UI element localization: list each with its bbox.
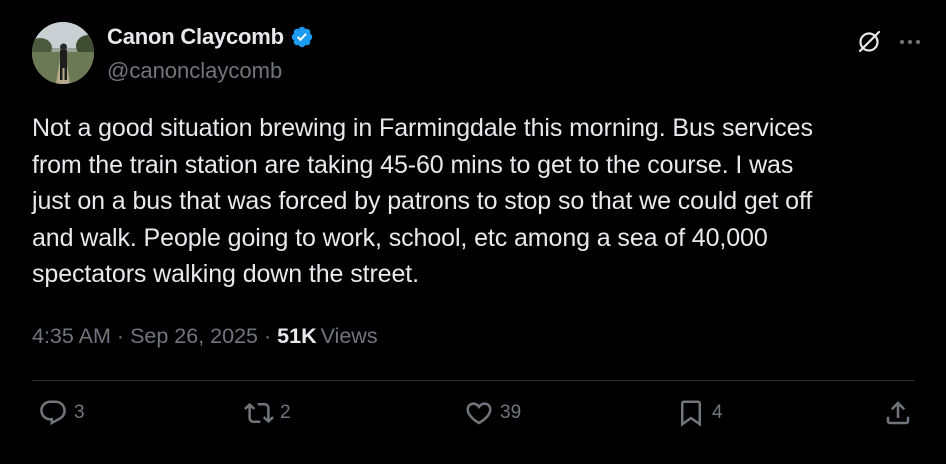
share-icon — [886, 401, 910, 425]
author-handle[interactable]: @canonclaycomb — [107, 58, 282, 84]
meta-separator: · — [263, 324, 272, 348]
tweet-meta: 4:35 AM · Sep 26, 2025 · 51K Views — [32, 324, 378, 349]
divider — [32, 380, 914, 381]
avatar[interactable] — [32, 22, 94, 84]
tweet-text: Not a good situation brewing in Farmingd… — [32, 114, 813, 288]
reply-count: 3 — [74, 402, 85, 423]
views-label: Views — [320, 324, 378, 348]
share-button[interactable] — [883, 398, 913, 428]
bookmark-count: 4 — [712, 402, 723, 423]
like-count: 39 — [500, 402, 522, 423]
tweet-date[interactable]: Sep 26, 2025 — [130, 324, 258, 349]
tweet-time[interactable]: 4:35 AM — [32, 324, 111, 349]
author-display-name[interactable]: Canon Claycomb — [107, 24, 284, 50]
bookmark-icon — [681, 400, 701, 427]
heart-icon — [466, 402, 492, 425]
more-icon[interactable] — [896, 28, 924, 56]
repost-button[interactable]: 2 — [244, 398, 291, 428]
author-name-row: Canon Claycomb — [107, 24, 314, 50]
grok-icon[interactable] — [855, 28, 883, 56]
verified-badge-icon[interactable] — [290, 25, 314, 49]
repost-count: 2 — [280, 402, 291, 423]
reply-icon — [40, 400, 66, 426]
bookmark-button[interactable]: 4 — [676, 398, 723, 428]
views-count[interactable]: 51K — [277, 324, 316, 349]
like-button[interactable]: 39 — [464, 398, 521, 428]
meta-separator: · — [116, 324, 125, 348]
reply-button[interactable]: 3 — [38, 398, 85, 428]
avatar-image — [32, 22, 94, 84]
repost-icon — [244, 402, 274, 424]
